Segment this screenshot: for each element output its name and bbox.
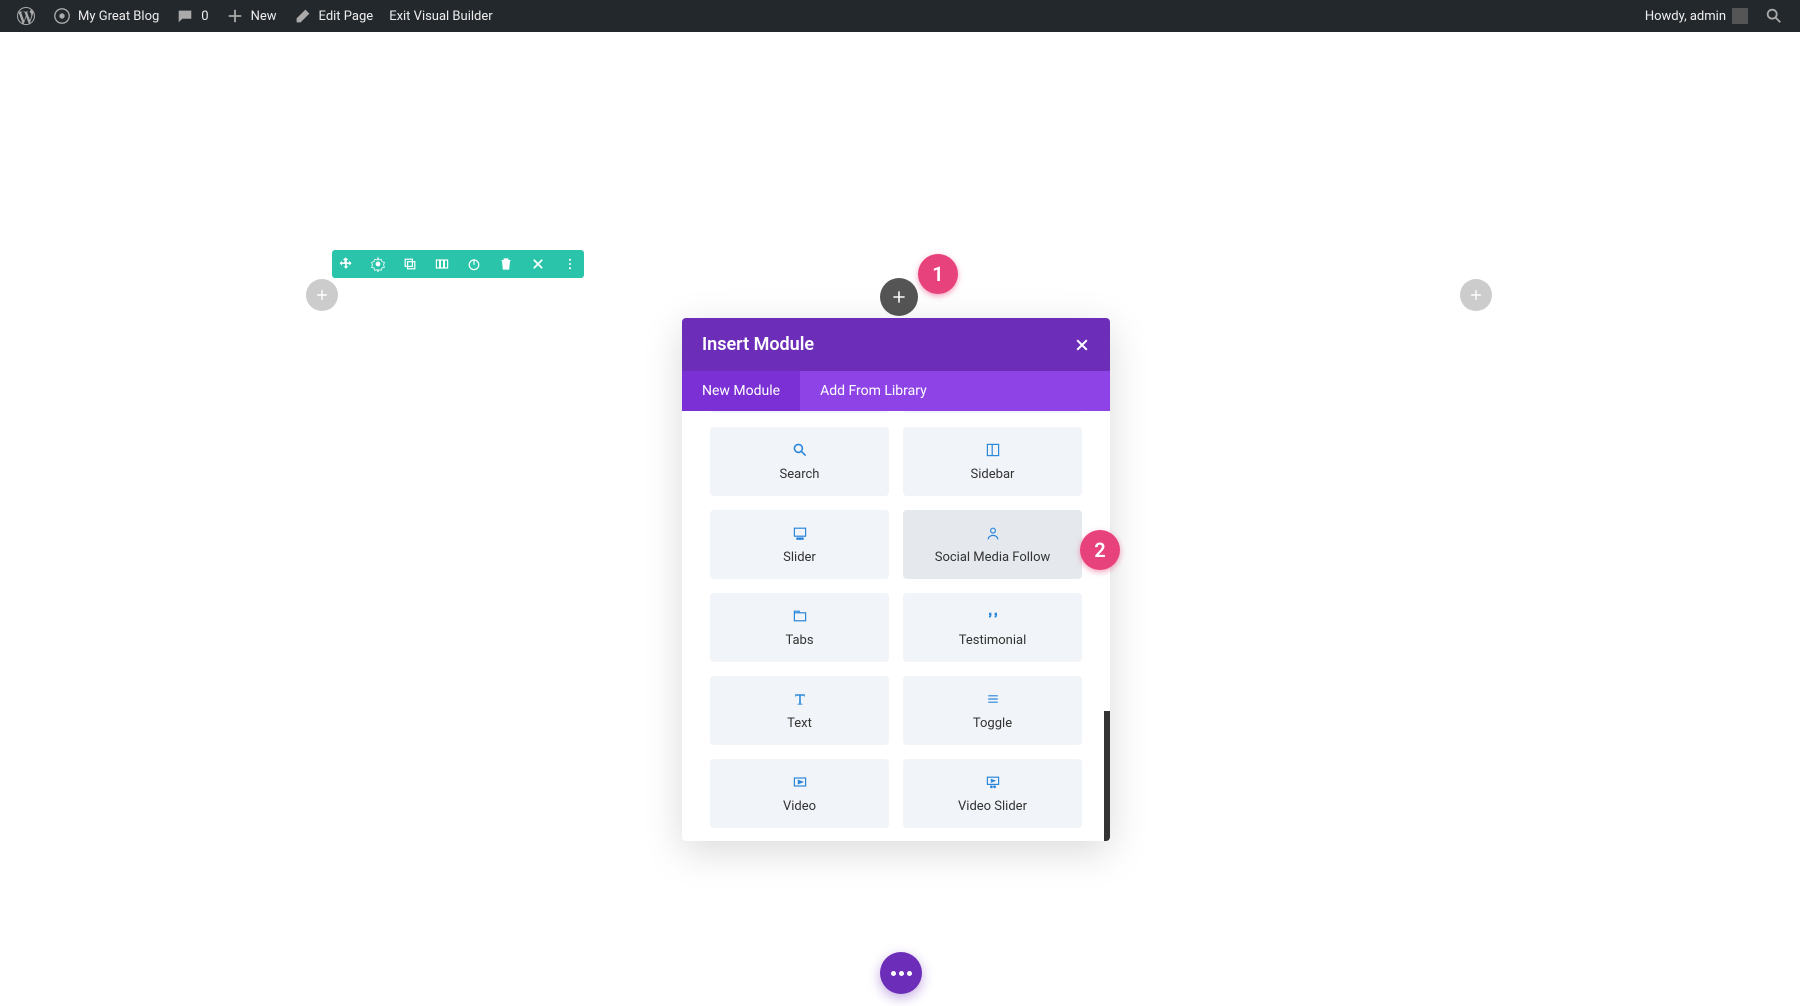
tab-new-module[interactable]: New Module [682, 371, 800, 411]
tab-new-module-label: New Module [702, 383, 780, 399]
module-search[interactable]: Search [710, 427, 889, 496]
search-icon [791, 441, 809, 459]
module-video-slider[interactable]: Video Slider [903, 759, 1082, 828]
more-dots-icon [891, 971, 912, 976]
wp-admin-bar: My Great Blog 0 New Edit Page Exit Visua… [0, 0, 1800, 32]
edit-page-label: Edit Page [319, 9, 374, 24]
user-menu[interactable]: Howdy, admin [1637, 0, 1756, 32]
annotation-2-label: 2 [1094, 538, 1105, 562]
site-name-label: My Great Blog [78, 9, 159, 24]
module-sidebar[interactable]: Sidebar [903, 427, 1082, 496]
wp-logo-menu[interactable] [8, 0, 44, 32]
toggle-icon [984, 690, 1002, 708]
module-testimonial[interactable]: Testimonial [903, 593, 1082, 662]
module-label: Video Slider [958, 799, 1027, 814]
module-label: Sidebar [971, 467, 1015, 482]
modal-close-button[interactable] [1074, 337, 1090, 353]
modal-body[interactable]: Post Title Pricing Tables Search [682, 411, 1110, 841]
gear-icon[interactable] [368, 254, 388, 274]
pencil-icon [293, 6, 313, 26]
module-pricing-tables[interactable]: Pricing Tables [903, 411, 1082, 413]
builder-fab[interactable] [880, 952, 922, 994]
module-text[interactable]: Text [710, 676, 889, 745]
modal-title: Insert Module [702, 334, 814, 355]
quote-icon [984, 607, 1002, 625]
sidebar-icon [984, 441, 1002, 459]
exit-builder-menu[interactable]: Exit Visual Builder [381, 0, 500, 32]
module-tabs[interactable]: Tabs [710, 593, 889, 662]
add-column-right[interactable] [1460, 279, 1492, 311]
new-label: New [251, 9, 277, 24]
tabs-icon [791, 607, 809, 625]
person-icon [984, 524, 1002, 542]
tab-add-from-library[interactable]: Add From Library [800, 371, 947, 411]
module-grid: Search Sidebar Slider Social Media Follo… [710, 413, 1082, 841]
section-toolbar [332, 250, 584, 278]
tab-library-label: Add From Library [820, 383, 927, 399]
comment-icon [175, 6, 195, 26]
text-icon [791, 690, 809, 708]
plus-icon [225, 6, 245, 26]
module-toggle[interactable]: Toggle [903, 676, 1082, 745]
greeting-label: Howdy, admin [1645, 9, 1726, 24]
search-menu[interactable] [1756, 0, 1792, 32]
close-icon[interactable] [528, 254, 548, 274]
module-label: Slider [783, 550, 816, 565]
module-label: Video [783, 799, 816, 814]
trash-icon[interactable] [496, 254, 516, 274]
module-label: Testimonial [959, 633, 1027, 648]
search-icon [1764, 6, 1784, 26]
module-label: Tabs [785, 633, 813, 648]
video-icon [791, 773, 809, 791]
more-icon[interactable] [560, 254, 580, 274]
avatar [1732, 8, 1748, 24]
exit-builder-label: Exit Visual Builder [389, 9, 492, 24]
modal-tabs: New Module Add From Library [682, 371, 1110, 411]
edit-page-menu[interactable]: Edit Page [285, 0, 382, 32]
comments-count: 0 [201, 9, 208, 24]
columns-icon[interactable] [432, 254, 452, 274]
module-post-title[interactable]: Post Title [710, 411, 889, 413]
power-icon[interactable] [464, 254, 484, 274]
modal-header[interactable]: Insert Module [682, 318, 1110, 371]
page-canvas: 1 2 Insert Module New Module Add From Li… [0, 32, 1800, 1006]
new-menu[interactable]: New [217, 0, 285, 32]
add-module-button[interactable] [880, 278, 918, 316]
module-slider[interactable]: Slider [710, 510, 889, 579]
annotation-1-label: 1 [932, 262, 943, 286]
site-name-menu[interactable]: My Great Blog [44, 0, 167, 32]
duplicate-icon[interactable] [400, 254, 420, 274]
slider-icon [791, 524, 809, 542]
insert-module-modal: Insert Module New Module Add From Librar… [682, 318, 1110, 841]
module-label: Toggle [973, 716, 1012, 731]
move-icon[interactable] [336, 254, 356, 274]
module-label: Text [787, 716, 812, 731]
annotation-badge-2: 2 [1080, 530, 1120, 570]
clipped-row: Post Title Pricing Tables [710, 411, 1082, 413]
wp-bar-right: Howdy, admin [1637, 0, 1792, 32]
scrollbar[interactable] [1104, 711, 1110, 841]
wp-bar-left: My Great Blog 0 New Edit Page Exit Visua… [8, 0, 501, 32]
dashboard-icon [52, 6, 72, 26]
add-column-left[interactable] [306, 279, 338, 311]
annotation-badge-1: 1 [918, 254, 958, 294]
module-label: Social Media Follow [935, 550, 1051, 565]
module-label: Search [780, 467, 820, 482]
video-slider-icon [984, 773, 1002, 791]
module-social-media-follow[interactable]: Social Media Follow [903, 510, 1082, 579]
module-video[interactable]: Video [710, 759, 889, 828]
comments-menu[interactable]: 0 [167, 0, 216, 32]
wordpress-icon [16, 6, 36, 26]
